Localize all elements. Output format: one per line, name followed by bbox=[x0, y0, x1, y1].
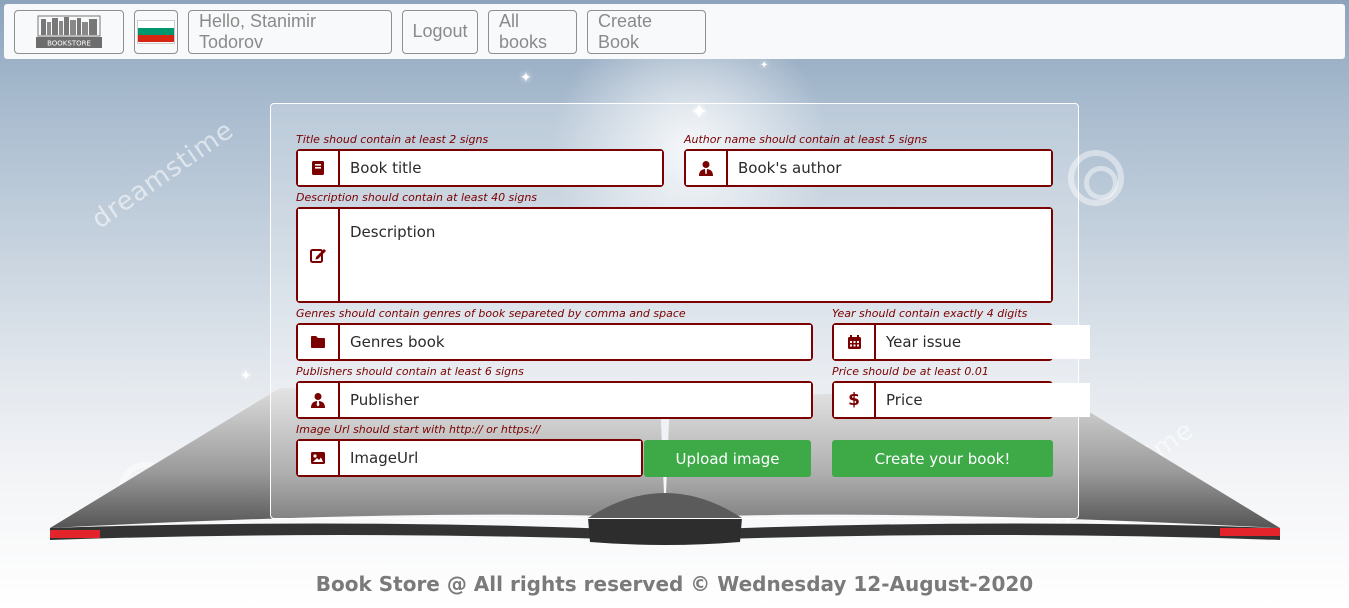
star-decoration: ✦ bbox=[760, 60, 769, 71]
star-decoration: ✦ bbox=[520, 70, 532, 86]
greeting-button[interactable]: Hello, Stanimir Todorov bbox=[188, 9, 392, 54]
genres-input-group bbox=[296, 323, 813, 361]
description-hint: Description should contain at least 40 s… bbox=[296, 191, 538, 204]
publisher-input-group bbox=[296, 381, 813, 419]
image-url-hint: Image Url should start with http:// or h… bbox=[296, 423, 541, 436]
price-hint: Price should be at least 0.01 bbox=[832, 365, 989, 378]
title-input-group bbox=[296, 149, 664, 187]
logo-text: BOOKSTORE bbox=[47, 39, 91, 47]
year-input-group bbox=[832, 323, 1090, 361]
title-hint: Title shoud contain at least 2 signs bbox=[296, 133, 489, 146]
language-flag-button[interactable] bbox=[134, 9, 178, 54]
footer-text: Book Store @ All rights reserved © Wedne… bbox=[315, 572, 1034, 596]
description-input-group bbox=[296, 207, 1053, 303]
author-hint: Author name should contain at least 5 si… bbox=[684, 133, 928, 146]
create-book-button[interactable]: Create Book bbox=[587, 9, 706, 54]
create-book-form: Title shoud contain at least 2 signs Aut… bbox=[270, 103, 1090, 519]
book-icon bbox=[298, 151, 340, 185]
book-title-input[interactable] bbox=[340, 151, 662, 185]
author-input-group bbox=[684, 149, 1053, 187]
year-input[interactable] bbox=[876, 325, 1090, 359]
navbar: BOOKSTORE Hello, Stanimir Todorov Logout… bbox=[4, 4, 1345, 59]
dollar-icon: $ bbox=[834, 383, 876, 417]
all-books-button[interactable]: All books bbox=[488, 9, 577, 54]
home-logo-button[interactable]: BOOKSTORE bbox=[14, 9, 124, 54]
image-url-input-group bbox=[296, 439, 643, 477]
upload-image-button[interactable]: Upload image bbox=[644, 440, 811, 477]
folder-icon bbox=[298, 325, 340, 359]
genres-input[interactable] bbox=[340, 325, 811, 359]
publisher-input[interactable] bbox=[340, 383, 811, 417]
year-hint: Year should contain exactly 4 digits bbox=[832, 307, 1028, 320]
logout-button[interactable]: Logout bbox=[402, 9, 478, 54]
book-author-input[interactable] bbox=[728, 151, 1051, 185]
create-book-submit-button[interactable]: Create your book! bbox=[832, 440, 1053, 477]
genres-hint: Genres should contain genres of book sep… bbox=[296, 307, 686, 320]
calendar-icon bbox=[834, 325, 876, 359]
image-url-input[interactable] bbox=[340, 441, 641, 475]
price-input-group: $ bbox=[832, 381, 1090, 419]
flag-stripe-green bbox=[138, 27, 174, 36]
watermark: dreamstime bbox=[86, 115, 240, 235]
publisher-hint: Publishers should contain at least 6 sig… bbox=[296, 365, 524, 378]
bulgarian-flag-icon bbox=[137, 19, 175, 44]
price-input[interactable] bbox=[876, 383, 1090, 417]
image-icon bbox=[298, 441, 340, 475]
flag-stripe-white bbox=[138, 20, 174, 28]
user-icon bbox=[686, 151, 728, 185]
edit-icon bbox=[298, 209, 340, 301]
bookstore-logo-icon: BOOKSTORE bbox=[36, 15, 102, 48]
flag-stripe-red bbox=[138, 35, 174, 43]
description-textarea[interactable] bbox=[340, 209, 1051, 301]
user-tie-icon bbox=[298, 383, 340, 417]
